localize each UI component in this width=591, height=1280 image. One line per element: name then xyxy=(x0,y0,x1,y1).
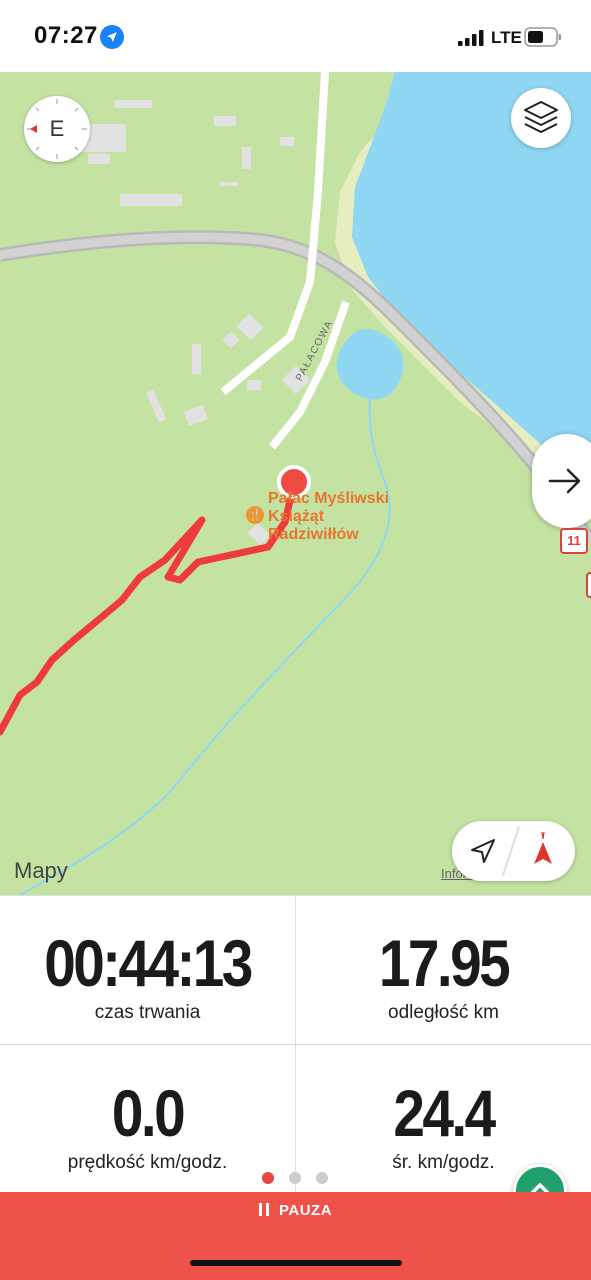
poi-label-line2: Książąt xyxy=(268,508,325,525)
page-indicator[interactable] xyxy=(262,1171,343,1189)
map-layers-button[interactable] xyxy=(511,88,571,148)
page-dot-2[interactable] xyxy=(289,1172,301,1184)
layers-icon xyxy=(524,101,558,133)
poi-label-line1: Pałac Myśliwski xyxy=(268,490,389,507)
duration-value: 00:44:13 xyxy=(44,926,253,1000)
map-attribution-text: Mapy xyxy=(14,858,68,883)
map-navigation-controls xyxy=(452,821,575,881)
workout-stats-panel[interactable]: 00:44:13 czas trwania 17.95 odległość km… xyxy=(0,895,591,1218)
distance-label: odległość km xyxy=(388,1002,499,1023)
compass-button[interactable]: E xyxy=(24,96,90,162)
pause-label: PAUZA xyxy=(278,1202,333,1219)
location-arrow-icon xyxy=(100,25,124,49)
north-arrow-icon xyxy=(534,831,552,864)
avg-speed-value: 24.4 xyxy=(393,1076,496,1150)
map-view[interactable]: E PAŁACOWA 🍴 Pałac Myśliwski Książąt Rad… xyxy=(0,72,591,895)
avg-speed-stat: 24.4 śr. km/godz. xyxy=(296,1078,591,1174)
compass-heading: E xyxy=(49,116,65,141)
pond xyxy=(336,329,404,400)
speed-label: prędkość km/godz. xyxy=(67,1152,228,1173)
north-up-button[interactable] xyxy=(514,821,574,881)
pause-button[interactable]: PAUZA xyxy=(0,1192,591,1280)
signal-icon xyxy=(458,30,484,46)
battery-icon xyxy=(524,27,561,47)
speed-value: 0.0 xyxy=(111,1076,186,1150)
stream xyxy=(19,396,391,895)
distance-value: 17.95 xyxy=(378,926,511,1000)
speed-stat: 0.0 prędkość km/godz. xyxy=(0,1078,295,1174)
distance-stat: 17.95 odległość km xyxy=(296,928,591,1024)
map-attribution: Mapy xyxy=(14,858,68,884)
clock: 07:27 xyxy=(34,22,98,49)
poi-label-line3: Radziwiłłów xyxy=(268,526,359,543)
poi-label[interactable]: Pałac Myśliwski Książąt Radziwiłłów xyxy=(268,490,389,544)
pause-icon xyxy=(258,1203,269,1216)
road-number-badge: 11 xyxy=(560,528,588,554)
duration-stat: 00:44:13 czas trwania xyxy=(0,928,295,1024)
duration-label: czas trwania xyxy=(94,1002,201,1023)
page-dot-1[interactable] xyxy=(262,1172,274,1184)
home-indicator[interactable] xyxy=(190,1260,402,1266)
next-panel-button[interactable] xyxy=(532,434,591,528)
stats-divider-horizontal xyxy=(0,1044,591,1045)
arrow-right-icon xyxy=(548,468,581,494)
page-dot-3[interactable] xyxy=(316,1172,328,1184)
pause-button-content: PAUZA xyxy=(0,1202,591,1219)
road-number-badge-partial xyxy=(586,572,591,598)
map-canvas[interactable] xyxy=(0,72,591,895)
status-bar: 07:27 LTE xyxy=(0,0,591,72)
network-type: LTE xyxy=(491,28,522,47)
restaurant-icon[interactable]: 🍴 xyxy=(246,506,264,524)
buildings xyxy=(70,100,311,546)
